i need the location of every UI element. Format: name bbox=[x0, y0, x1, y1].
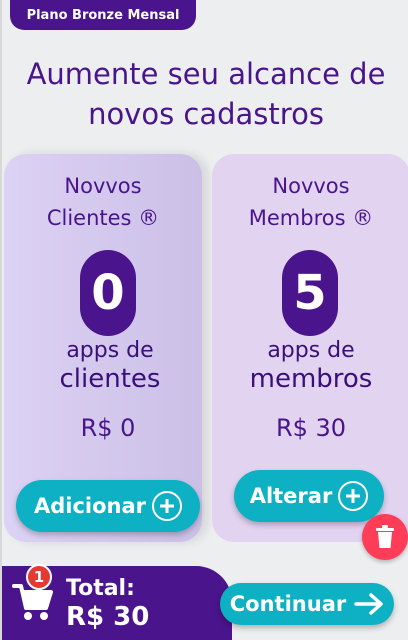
total-label: Total: bbox=[66, 576, 135, 601]
card-membros-count: 5 bbox=[282, 250, 338, 336]
card-membros-title-line-1: Novvos bbox=[272, 174, 350, 198]
page-headline: Aumente seu alcance de novos cadastros bbox=[2, 54, 408, 134]
card-clientes-title-line-1: Novvos bbox=[64, 174, 142, 198]
change-membros-button[interactable]: Alterar bbox=[234, 470, 384, 522]
card-clientes-title-line-2: Clientes ® bbox=[46, 206, 160, 230]
card-membros-title: Novvos Membros ® bbox=[212, 170, 408, 234]
add-clientes-button-label: Adicionar bbox=[33, 494, 147, 518]
card-clientes-price: R$ 0 bbox=[80, 414, 136, 442]
plus-circle-icon bbox=[152, 491, 183, 521]
cart-count-badge: 1 bbox=[26, 564, 52, 590]
plus-circle-icon bbox=[338, 481, 369, 511]
change-membros-button-label: Alterar bbox=[249, 484, 333, 508]
add-clientes-button[interactable]: Adicionar bbox=[16, 480, 200, 532]
continue-button[interactable]: Continuar bbox=[220, 583, 394, 625]
plan-badge: Plano Bronze Mensal bbox=[10, 0, 196, 30]
card-membros-apps-prefix: apps de bbox=[267, 338, 355, 363]
headline-line-2: novos cadastros bbox=[88, 97, 324, 131]
delete-button[interactable] bbox=[362, 514, 408, 560]
card-membros-price: R$ 30 bbox=[275, 414, 347, 442]
total-value: R$ 30 bbox=[66, 602, 150, 632]
arrow-right-icon bbox=[354, 593, 383, 615]
card-clientes-count: 0 bbox=[80, 250, 136, 336]
continue-button-label: Continuar bbox=[229, 592, 347, 616]
headline-line-1: Aumente seu alcance de bbox=[26, 57, 386, 91]
card-clientes-apps-prefix: apps de bbox=[66, 338, 154, 363]
card-clientes-title: Novvos Clientes ® bbox=[4, 170, 202, 234]
card-clientes-apps-type: clientes bbox=[59, 364, 161, 394]
card-membros-title-line-2: Membros ® bbox=[248, 206, 374, 230]
card-membros-apps-type: membros bbox=[249, 364, 373, 394]
trash-icon bbox=[376, 525, 394, 548]
